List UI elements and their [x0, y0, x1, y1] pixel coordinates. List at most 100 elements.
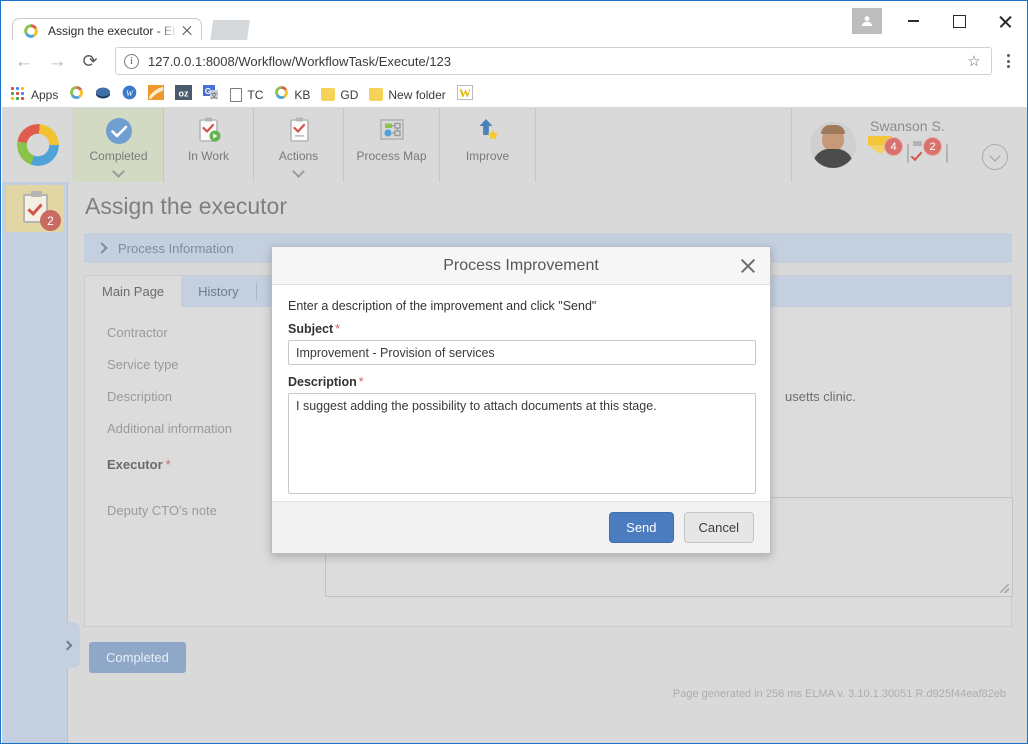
browser-window: Assign the executor - ELM ← → ⟳ i 127.0.… — [0, 0, 1028, 744]
description-label: Description * — [288, 375, 754, 389]
elma-ring-icon — [274, 85, 289, 105]
send-button[interactable]: Send — [609, 512, 674, 543]
field-label-service-type: Service type — [107, 357, 179, 372]
process-improvement-dialog: Process Improvement Enter a description … — [271, 246, 771, 554]
elma-toolbar: Completed In Work Actions Process Map Im… — [2, 108, 1027, 182]
user-name: Swanson S. — [870, 118, 945, 134]
bookmark-tc[interactable]: TC — [230, 87, 263, 102]
required-marker: * — [335, 322, 341, 336]
dialog-footer: Send Cancel — [272, 501, 770, 553]
tab-close-icon[interactable] — [179, 23, 195, 39]
completed-button[interactable]: Completed — [89, 642, 186, 673]
close-icon[interactable] — [738, 256, 758, 276]
profile-icon[interactable] — [852, 8, 882, 34]
chrome-menu-icon[interactable] — [996, 54, 1020, 68]
svg-text:W: W — [126, 87, 134, 97]
bookmark-star-icon[interactable]: ☆ — [963, 54, 985, 69]
address-bar-url: 127.0.0.1:8008/Workflow/WorkflowTask/Exe… — [148, 53, 452, 69]
messages-badge: 4 — [884, 137, 903, 156]
toolbar-item-process-map[interactable]: Process Map — [344, 108, 440, 182]
field-label-additional-information: Additional information — [107, 421, 233, 436]
check-circle-icon — [104, 116, 134, 146]
window-minimize-button[interactable] — [890, 2, 936, 40]
field-label-executor: Executor * — [107, 457, 171, 472]
bookmark-elma[interactable] — [69, 85, 84, 105]
dialog-body: Enter a description of the improvement a… — [272, 285, 770, 502]
bookmark-w-letter[interactable]: W — [456, 84, 473, 105]
browser-tab[interactable]: Assign the executor - ELM — [12, 18, 202, 42]
w-circle-icon: W — [122, 85, 137, 105]
tab-label: History — [198, 284, 239, 299]
google-translate-icon: G 文 — [203, 84, 219, 105]
dialog-header: Process Improvement — [272, 247, 770, 285]
address-bar[interactable]: i 127.0.0.1:8008/Workflow/WorkflowTask/E… — [115, 47, 992, 75]
svg-text:W: W — [459, 86, 471, 100]
toolbar-spacer — [536, 108, 792, 182]
resize-grip-icon[interactable] — [1000, 584, 1009, 593]
required-marker: * — [358, 375, 364, 389]
process-map-icon — [377, 116, 407, 146]
toolbar-item-label: Completed — [89, 149, 148, 163]
tab-label: Main Page — [102, 284, 165, 299]
messages-icon[interactable]: 4 — [868, 136, 903, 169]
bookmark-google-translate[interactable]: G 文 — [203, 84, 219, 105]
chevron-down-icon[interactable] — [111, 165, 125, 178]
calendar-icon[interactable] — [946, 144, 969, 169]
description-textarea[interactable] — [288, 393, 756, 494]
bookmark-kb[interactable]: KB — [274, 85, 310, 105]
bookmark-oz[interactable]: oz — [175, 84, 193, 105]
window-controls — [852, 2, 1027, 40]
tab-history[interactable]: History — [181, 276, 255, 307]
toolbar-item-label: Process Map — [356, 149, 427, 163]
user-area: Swanson S. 4 2 — [792, 108, 1027, 182]
tasks-badge: 2 — [923, 137, 942, 156]
new-tab-area[interactable] — [210, 20, 250, 42]
site-info-icon[interactable]: i — [124, 53, 139, 69]
sidebar-tasks-badge: 2 — [40, 210, 61, 231]
sidebar-item-tasks[interactable]: 2 — [6, 185, 64, 232]
window-close-button[interactable] — [982, 2, 1027, 40]
browser-tab-title: Assign the executor - ELM — [48, 23, 177, 38]
browser-titlebar: Assign the executor - ELM — [2, 2, 1027, 42]
bookmark-fan[interactable] — [148, 84, 165, 105]
bookmark-new-folder[interactable]: New folder — [369, 87, 446, 102]
chevron-down-circle-icon[interactable] — [982, 144, 1008, 170]
avatar[interactable] — [810, 122, 856, 168]
bookmark-label: New folder — [388, 87, 446, 102]
back-button[interactable]: ← — [10, 47, 38, 75]
field-label-deputy-cto-note: Deputy CTO's note — [107, 503, 217, 518]
tasks-icon[interactable]: 2 — [907, 137, 942, 169]
elma-ring-icon — [23, 23, 39, 39]
orange-fan-icon — [148, 84, 165, 105]
toolbar-item-actions[interactable]: Actions — [254, 108, 344, 182]
bookmark-label: GD — [340, 87, 359, 102]
tab-main-page[interactable]: Main Page — [85, 276, 182, 307]
bookmark-gd[interactable]: GD — [321, 88, 358, 102]
chevron-down-icon[interactable] — [291, 165, 305, 178]
bookmark-apps[interactable]: Apps — [11, 87, 58, 102]
toolbar-item-improve[interactable]: Improve — [440, 108, 536, 182]
subject-input[interactable] — [288, 340, 756, 365]
elma-ring-logo — [17, 124, 59, 166]
bookmark-gem[interactable] — [95, 85, 111, 105]
bookmark-label: KB — [294, 87, 311, 102]
clipboard-check-icon — [284, 116, 314, 146]
dialog-intro-text: Enter a description of the improvement a… — [288, 299, 597, 313]
toolbar-item-in-work[interactable]: In Work — [164, 108, 254, 182]
process-information-label: Process Information — [118, 240, 234, 256]
toolbar-item-completed[interactable]: Completed — [74, 108, 164, 182]
browser-toolbar: ← → ⟳ i 127.0.0.1:8008/Workflow/Workflow… — [2, 40, 1027, 82]
dialog-title: Process Improvement — [443, 256, 599, 274]
window-maximize-button[interactable] — [936, 2, 982, 40]
elma-logo[interactable] — [2, 108, 84, 182]
svg-text:oz: oz — [179, 88, 189, 98]
reload-button[interactable]: ⟳ — [76, 47, 104, 75]
cancel-button[interactable]: Cancel — [683, 512, 754, 543]
arrow-up-star-icon — [473, 116, 503, 146]
clipboard-play-icon — [194, 116, 224, 146]
toolbar-item-label: In Work — [187, 149, 230, 163]
forward-button[interactable]: → — [43, 47, 71, 75]
field-value-description: usetts clinic. — [785, 389, 856, 404]
bookmark-w-circle[interactable]: W — [122, 85, 137, 105]
field-label-description: Description — [107, 389, 173, 404]
